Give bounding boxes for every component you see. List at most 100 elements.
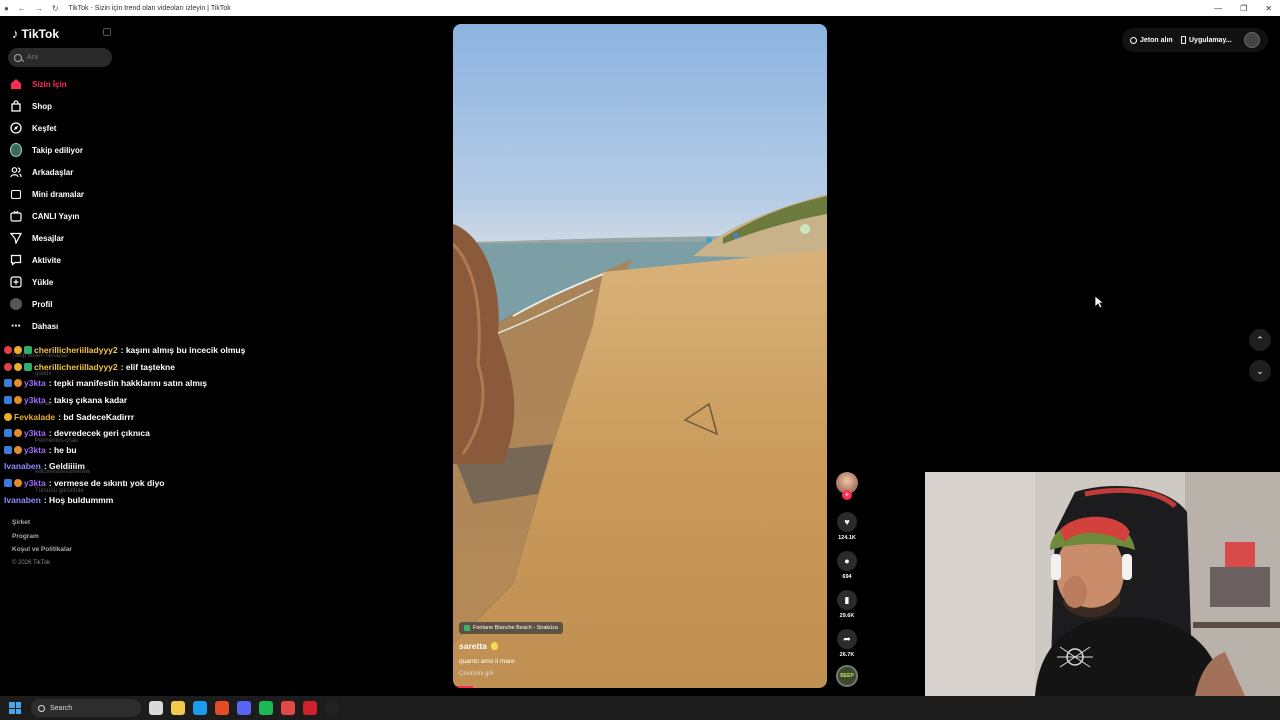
windows-taskbar: Search	[0, 696, 1280, 720]
get-coins-button[interactable]: Jeton alın	[1130, 32, 1173, 48]
like-action[interactable]: ♥ 124.1K	[834, 512, 860, 541]
sidebar-item-activity[interactable]: Aktivite	[10, 249, 150, 271]
tiktok-logo[interactable]: ♪ TikTok	[12, 26, 59, 41]
sidebar-item-friends[interactable]: Arkadaşlar	[10, 161, 150, 183]
chat-username: y3kta	[24, 378, 46, 389]
reload-icon[interactable]: ↻	[52, 4, 59, 13]
sidebar-item-mini-dramas[interactable]: Mini dramalar	[10, 183, 150, 205]
taskbar-app-icon[interactable]	[171, 701, 185, 715]
sidebar-nav: Sizin İçin Shop Keşfet Takip ediliyor Ar…	[10, 73, 150, 337]
chat-text: : takış çıkana kadar	[48, 395, 128, 406]
sidebar-item-following[interactable]: Takip ediliyor	[10, 139, 150, 161]
restore-button[interactable]: ❐	[1240, 4, 1247, 13]
video-author[interactable]: saretta	[459, 641, 498, 651]
comment-action[interactable]: ● 694	[834, 551, 860, 580]
chat-username: cherillicheriilladyyy2	[34, 361, 118, 372]
sidebar-item-label: Dahası	[32, 321, 59, 331]
taskbar-app-icon[interactable]	[281, 701, 295, 715]
chat-badge-icon	[4, 362, 12, 371]
comment-count: 694	[842, 574, 852, 580]
chat-badge-icon	[4, 379, 12, 388]
sidebar-item-profile[interactable]: Profil	[10, 293, 150, 315]
taskbar-app-icon[interactable]	[237, 701, 251, 715]
bookmark-icon[interactable]: ▮	[837, 590, 857, 610]
back-icon[interactable]: ←	[18, 4, 26, 13]
sidebar-item-upload[interactable]: Yükle	[10, 271, 150, 293]
user-avatar[interactable]	[1244, 32, 1260, 48]
location-tag[interactable]: Fontane Bianche Beach - Siraküza	[459, 622, 563, 634]
get-app-button[interactable]: Uygulamay...	[1181, 32, 1232, 48]
sound-disc-icon[interactable]: BEEP	[836, 665, 858, 687]
chat-message: y3kta: vermese de sıkıntı yok diyo	[4, 475, 304, 492]
sidebar-item-more[interactable]: ⋯ Dahası	[10, 315, 150, 337]
chat-text: : he bu	[48, 444, 77, 455]
sidebar-item-label: Keşfet	[32, 123, 57, 133]
chat-badge-icon	[24, 346, 32, 355]
follow-plus-icon[interactable]: +	[842, 490, 852, 500]
footer-link[interactable]: Program	[12, 533, 72, 547]
home-icon	[10, 78, 22, 90]
shop-bag-icon	[10, 100, 22, 112]
sidebar-item-label: CANLI Yayın	[32, 211, 80, 221]
comment-icon[interactable]: ●	[837, 551, 857, 571]
mini-drama-icon	[10, 188, 22, 200]
video-progress-bar[interactable]	[453, 686, 473, 688]
chat-text: : bd SadeceKadirrr	[58, 411, 135, 422]
close-button[interactable]: ✕	[1265, 4, 1272, 13]
sidebar-item-for-you[interactable]: Sizin İçin	[10, 73, 150, 95]
chat-badge-icon	[14, 396, 22, 405]
sidebar-item-label: Yükle	[32, 277, 54, 287]
chat-badge-icon	[14, 429, 22, 438]
share-arrow-icon[interactable]: ➦	[837, 629, 857, 649]
search-icon	[14, 53, 22, 62]
next-video-button[interactable]: ⌄	[1249, 360, 1271, 382]
chat-badge-icon	[14, 379, 22, 388]
browser-titlebar: ● ← → ↻ TikTok - Sizin için trend olan v…	[0, 0, 1280, 16]
taskbar-app-icon[interactable]	[193, 701, 207, 715]
search-input[interactable]	[27, 54, 107, 61]
video-player[interactable]: Fontane Bianche Beach - Siraküza saretta…	[453, 24, 827, 688]
share-action[interactable]: ➦ 26.7K	[834, 629, 860, 658]
forward-icon[interactable]: →	[35, 4, 43, 13]
sidebar-item-shop[interactable]: Shop	[10, 95, 150, 117]
taskbar-app-icon[interactable]	[325, 701, 339, 715]
location-pin-icon	[464, 625, 470, 631]
chat-message: y3kta: takış çıkana kadar	[4, 392, 304, 409]
taskbar-app-icon[interactable]	[149, 701, 163, 715]
tiktok-note-icon: ♪	[12, 26, 19, 41]
minimize-button[interactable]: —	[1214, 4, 1222, 13]
chat-badge-icon	[4, 346, 12, 355]
chat-username: Ivanaben	[4, 494, 41, 505]
search-box[interactable]	[8, 48, 112, 67]
footer-link[interactable]: Şirket	[12, 519, 72, 533]
footer-link[interactable]: Koşul ve Politikalar	[12, 546, 72, 560]
friends-icon	[10, 166, 22, 178]
windows-start-icon[interactable]	[9, 702, 21, 714]
browser-menu-icon[interactable]: ●	[4, 4, 9, 13]
taskbar-apps	[149, 701, 339, 715]
previous-video-button[interactable]: ⌃	[1249, 329, 1271, 351]
save-action[interactable]: ▮ 29.6K	[834, 590, 860, 619]
chat-username: y3kta	[24, 395, 46, 406]
taskbar-app-icon[interactable]	[303, 701, 317, 715]
taskbar-search[interactable]: Search	[31, 699, 141, 717]
chat-text: : vermese de sıkıntı yok diyo	[48, 478, 165, 489]
sidebar-item-live[interactable]: CANLI Yayın	[10, 205, 150, 227]
taskbar-app-icon[interactable]	[215, 701, 229, 715]
get-coins-label: Jeton alın	[1140, 36, 1173, 44]
sidebar-item-label: Aktivite	[32, 255, 61, 265]
chat-badge-icon	[14, 346, 22, 355]
sidebar-item-messages[interactable]: Mesajlar	[10, 227, 150, 249]
chat-username: Ivanaben	[4, 461, 41, 472]
live-icon	[10, 210, 22, 222]
chat-text: : devredecek geri çıknıca	[48, 428, 150, 439]
sidebar-collapse-icon[interactable]	[103, 28, 111, 36]
compass-icon	[10, 122, 22, 134]
taskbar-app-icon[interactable]	[259, 701, 273, 715]
sidebar-item-explore[interactable]: Keşfet	[10, 117, 150, 139]
following-avatar-icon	[10, 143, 22, 157]
sidebar-item-label: Mini dramalar	[32, 189, 85, 199]
upload-icon	[10, 276, 22, 288]
see-translation-link[interactable]: Çevirisini gör	[459, 671, 494, 677]
heart-icon[interactable]: ♥	[837, 512, 857, 532]
